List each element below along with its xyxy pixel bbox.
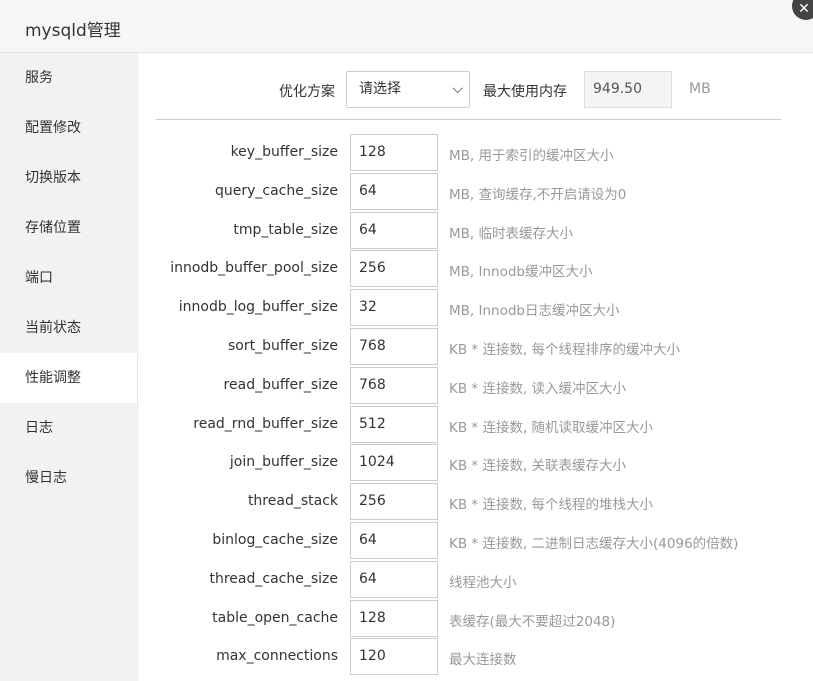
- param-value-input[interactable]: 128: [350, 599, 438, 637]
- param-row: thread_stack 256 KB * 连接数, 每个线程的堆栈大小: [138, 483, 813, 522]
- param-value-input[interactable]: 256: [350, 250, 438, 288]
- title-bar: mysqld管理: [0, 0, 813, 53]
- optimize-row: 优化方案 请选择 ⌵ 最大使用内存 949.50 MB: [138, 71, 813, 108]
- main-panel: 优化方案 请选择 ⌵ 最大使用内存 949.50 MB key_buffer_s…: [138, 53, 813, 681]
- param-desc: 表缓存(最大不要超过2048): [449, 613, 616, 630]
- param-name: table_open_cache: [212, 609, 338, 626]
- param-value-input[interactable]: 768: [350, 366, 438, 404]
- param-value-input[interactable]: 64: [350, 521, 438, 559]
- param-row: read_rnd_buffer_size 512 KB * 连接数, 随机读取缓…: [138, 405, 813, 445]
- param-value-input[interactable]: 64: [350, 211, 438, 249]
- param-row: tmp_table_size 64 MB, 临时表缓存大小: [138, 211, 813, 251]
- maxmem-label: 最大使用内存: [483, 84, 567, 100]
- param-row: table_open_cache 128 表缓存(最大不要超过2048): [138, 599, 813, 639]
- param-row: innodb_log_buffer_size 32 MB, Innodb日志缓冲…: [138, 289, 813, 328]
- param-name: thread_cache_size: [209, 570, 339, 587]
- param-value-input[interactable]: 512: [350, 405, 438, 443]
- param-name: innodb_log_buffer_size: [178, 299, 338, 316]
- param-value-input[interactable]: 64: [350, 172, 438, 210]
- param-name: thread_stack: [247, 493, 338, 510]
- param-desc: KB * 连接数, 二进制日志缓存大小(4096的倍数): [449, 535, 739, 552]
- chevron-down-icon: ⌵: [452, 81, 463, 97]
- param-desc: KB * 连接数, 每个线程的堆栈大小: [449, 497, 654, 514]
- param-name: innodb_buffer_pool_size: [170, 260, 338, 277]
- param-name: key_buffer_size: [230, 144, 338, 160]
- param-name: binlog_cache_size: [212, 531, 338, 548]
- sidebar-item-performance[interactable]: 性能调整: [0, 353, 137, 403]
- param-value-input[interactable]: 256: [350, 483, 438, 521]
- param-row: sort_buffer_size 768 KB * 连接数, 每个线程排序的缓冲…: [138, 327, 813, 367]
- param-desc: KB * 连接数, 随机读取缓冲区大小: [449, 419, 654, 436]
- param-row: thread_cache_size 64 线程池大小: [138, 560, 813, 600]
- param-desc: KB * 连接数, 每个线程排序的缓冲大小: [449, 341, 681, 358]
- param-name: read_buffer_size: [223, 376, 338, 393]
- param-row: query_cache_size 64 MB, 查询缓存,不开启请设为0: [138, 172, 813, 212]
- param-desc: KB * 连接数, 读入缓冲区大小: [449, 380, 627, 397]
- param-row: key_buffer_size 128 MB, 用于索引的缓冲区大小: [138, 134, 813, 173]
- param-value-input[interactable]: 128: [350, 134, 438, 171]
- divider: [156, 119, 781, 120]
- param-name: join_buffer_size: [229, 454, 338, 471]
- param-desc: KB * 连接数, 关联表缓存大小: [449, 458, 627, 475]
- param-name: read_rnd_buffer_size: [193, 415, 338, 432]
- sidebar-item-port[interactable]: 端口: [0, 253, 137, 303]
- param-desc: 最大连接数: [449, 652, 517, 669]
- param-value-input[interactable]: 768: [350, 327, 438, 365]
- maxmem-input[interactable]: 949.50: [584, 71, 672, 108]
- param-row: binlog_cache_size 64 KB * 连接数, 二进制日志缓存大小…: [138, 521, 813, 561]
- param-value-input[interactable]: 32: [350, 289, 438, 327]
- plan-label: 优化方案: [279, 84, 335, 100]
- sidebar-item-config[interactable]: 配置修改: [0, 103, 137, 153]
- param-row: max_connections 120 最大连接数: [138, 638, 813, 677]
- param-value-input[interactable]: 120: [350, 638, 438, 676]
- param-desc: MB, 用于索引的缓冲区大小: [449, 148, 614, 164]
- param-desc: 线程池大小: [449, 574, 517, 591]
- param-list: key_buffer_size 128 MB, 用于索引的缓冲区大小 query…: [138, 134, 813, 677]
- param-desc: MB, 临时表缓存大小: [449, 225, 573, 242]
- maxmem-unit: MB: [689, 81, 711, 97]
- sidebar-item-switch-version[interactable]: 切换版本: [0, 153, 137, 203]
- param-row: join_buffer_size 1024 KB * 连接数, 关联表缓存大小: [138, 444, 813, 483]
- param-name: query_cache_size: [214, 182, 338, 199]
- param-name: sort_buffer_size: [227, 337, 338, 354]
- param-desc: MB, Innodb缓冲区大小: [449, 264, 593, 281]
- sidebar: 服务 配置修改 切换版本 存储位置 端口 当前状态 性能调整 日志 慢日志: [0, 53, 138, 681]
- sidebar-item-service[interactable]: 服务: [0, 53, 137, 103]
- param-row: innodb_buffer_pool_size 256 MB, Innodb缓冲…: [138, 250, 813, 289]
- sidebar-item-slow-log[interactable]: 慢日志: [0, 453, 137, 503]
- param-name: tmp_table_size: [233, 221, 338, 238]
- param-desc: MB, 查询缓存,不开启请设为0: [449, 186, 627, 203]
- param-desc: MB, Innodb日志缓冲区大小: [449, 303, 620, 320]
- plan-select[interactable]: 请选择 ⌵: [346, 71, 470, 108]
- param-value-input[interactable]: 64: [350, 560, 438, 598]
- sidebar-item-storage[interactable]: 存储位置: [0, 203, 137, 253]
- window-title: mysqld管理: [25, 21, 121, 41]
- plan-selected-value: 请选择: [359, 81, 401, 97]
- sidebar-item-log[interactable]: 日志: [0, 403, 137, 453]
- sidebar-item-status[interactable]: 当前状态: [0, 303, 137, 353]
- param-row: read_buffer_size 768 KB * 连接数, 读入缓冲区大小: [138, 366, 813, 406]
- param-name: max_connections: [216, 648, 338, 665]
- param-value-input[interactable]: 1024: [350, 444, 438, 482]
